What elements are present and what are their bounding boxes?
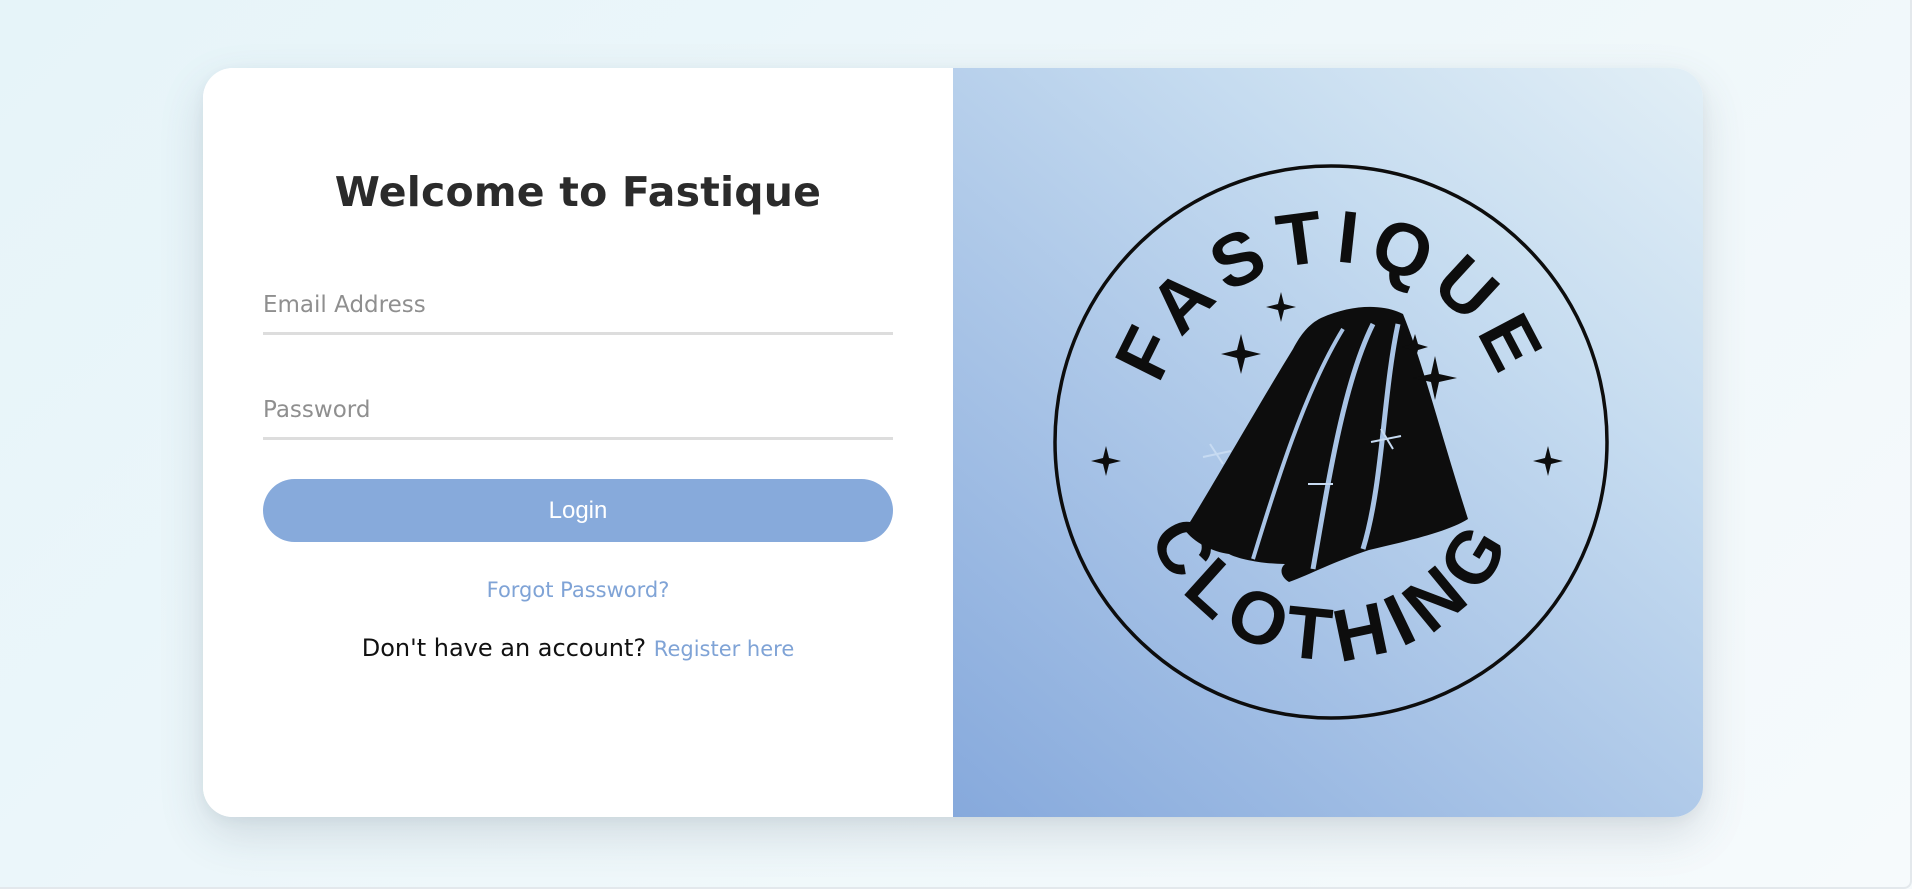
login-button[interactable]: Login (263, 479, 893, 542)
brand-panel: FASTIQUE CLOTHING (953, 68, 1703, 817)
password-field[interactable] (263, 382, 893, 440)
register-prompt: Don't have an account? (361, 634, 647, 662)
fastique-clothing-logo: FASTIQUE CLOTHING (1053, 164, 1609, 720)
login-card: Welcome to Fastique Login Forgot Passwor… (203, 68, 1703, 817)
login-form-panel: Welcome to Fastique Login Forgot Passwor… (203, 68, 953, 817)
page-title: Welcome to Fastique (334, 168, 822, 216)
flowing-garment-icon (1185, 306, 1468, 582)
forgot-password-link[interactable]: Forgot Password? (203, 578, 953, 602)
register-row: Don't have an account? Register here (203, 634, 953, 662)
register-link[interactable]: Register here (654, 637, 794, 661)
email-field[interactable] (263, 277, 893, 335)
